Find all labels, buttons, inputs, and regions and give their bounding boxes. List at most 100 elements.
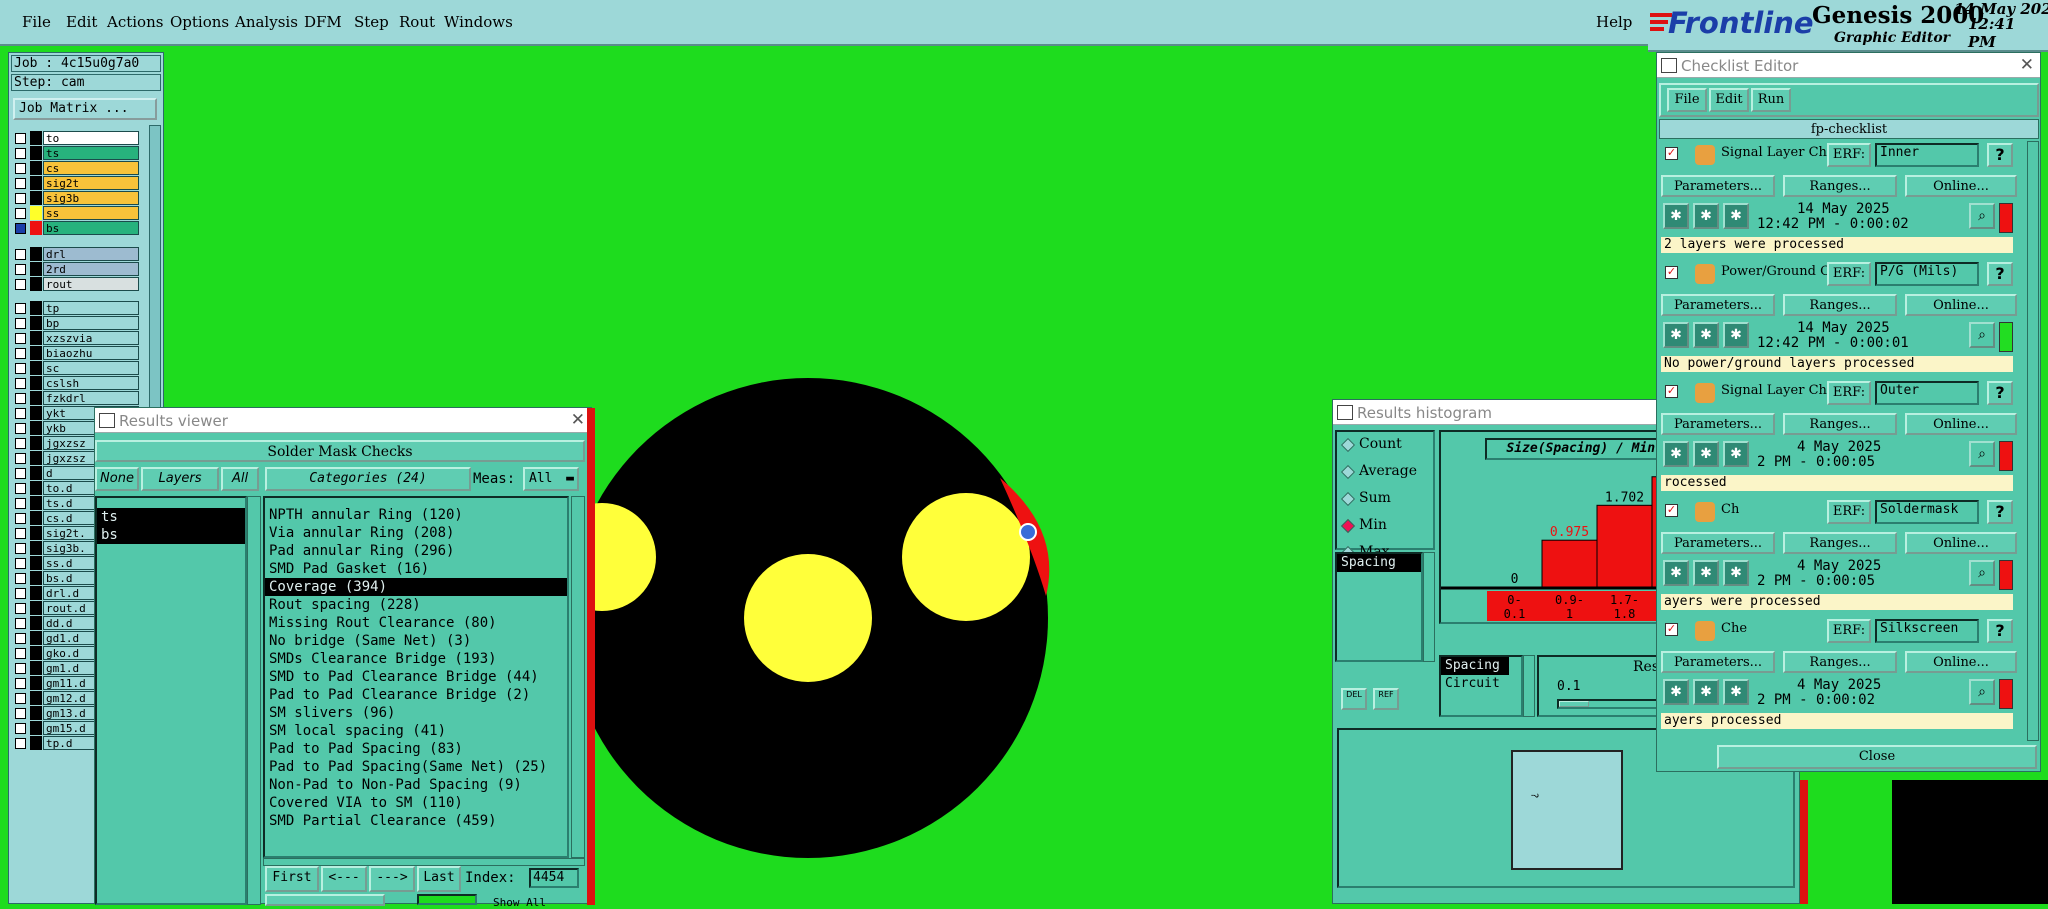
ranges-button[interactable]: Ranges... xyxy=(1783,532,1897,554)
layer-checkbox[interactable] xyxy=(15,163,26,174)
erf-button[interactable]: ERF: xyxy=(1827,619,1871,643)
layer-list-scrollbar[interactable] xyxy=(247,496,261,905)
category-item[interactable]: SM slivers (96) xyxy=(265,704,567,722)
layer-name[interactable]: bp xyxy=(43,316,139,330)
none-button[interactable]: None xyxy=(95,467,139,491)
layer-row[interactable]: xzszvia xyxy=(13,331,141,345)
ranges-button[interactable]: Ranges... xyxy=(1783,294,1897,316)
checklist-menu-edit[interactable]: Edit xyxy=(1709,88,1749,112)
layer-checkbox[interactable] xyxy=(15,318,26,329)
layer-name[interactable]: to xyxy=(43,131,139,145)
show-all-checkbox[interactable]: Show All xyxy=(493,896,546,909)
categories-button[interactable]: Categories (24) xyxy=(265,467,471,491)
online-button[interactable]: Online... xyxy=(1905,651,2017,673)
category-item[interactable]: Rout spacing (228) xyxy=(265,596,567,614)
category-item[interactable]: SMD Pad Gasket (16) xyxy=(265,560,567,578)
run-all-icon[interactable]: ✱ xyxy=(1693,560,1719,586)
category-item[interactable]: Coverage (394) xyxy=(265,578,567,596)
layer-checkbox[interactable] xyxy=(15,348,26,359)
layer-checkbox[interactable] xyxy=(15,633,26,644)
prev-button[interactable]: <--- xyxy=(321,866,367,892)
ranges-button[interactable]: Ranges... xyxy=(1783,175,1897,197)
check-enable-checkbox[interactable]: ✓ xyxy=(1665,266,1678,279)
checklist-menu-run[interactable]: Run xyxy=(1751,88,1791,112)
check-enable-checkbox[interactable]: ✓ xyxy=(1665,147,1678,160)
layer-checkbox[interactable] xyxy=(15,223,26,234)
category-item[interactable]: Pad to Pad Spacing(Same Net) (25) xyxy=(265,758,567,776)
layer-checkbox[interactable] xyxy=(15,279,26,290)
layer-name[interactable]: xzszvia xyxy=(43,331,139,345)
checklist-titlebar[interactable]: Checklist Editor ✕ xyxy=(1657,53,2040,78)
layer-checkbox[interactable] xyxy=(15,723,26,734)
mode-option[interactable]: Sum xyxy=(1337,486,1433,513)
field-list-scrollbar[interactable] xyxy=(1423,552,1435,662)
layer-checkbox[interactable] xyxy=(15,588,26,599)
run-selected-icon[interactable]: ✱ xyxy=(1723,441,1749,467)
layer-result-item[interactable]: bs xyxy=(97,526,245,544)
category-item[interactable]: Pad to Pad Spacing (83) xyxy=(265,740,567,758)
mode-option[interactable]: Count xyxy=(1337,432,1433,459)
layer-row[interactable]: tp xyxy=(13,301,141,315)
meas-dropdown[interactable]: All ▬ xyxy=(523,467,579,491)
menu-help[interactable]: Help xyxy=(1596,13,1632,31)
erf-button[interactable]: ERF: xyxy=(1827,381,1871,405)
category-item[interactable]: Pad to Pad Clearance Bridge (2) xyxy=(265,686,567,704)
menu-rout[interactable]: Rout xyxy=(399,13,435,31)
check-name[interactable]: Ch xyxy=(1721,502,1827,517)
layer-row[interactable]: 2rd xyxy=(13,262,141,276)
category-item[interactable]: NPTH annular Ring (120) xyxy=(265,506,567,524)
layer-row[interactable]: bp xyxy=(13,316,141,330)
category-item[interactable]: SMD to Pad Clearance Bridge (44) xyxy=(265,668,567,686)
layer-checkbox[interactable] xyxy=(15,303,26,314)
check-name[interactable]: Power/Ground C xyxy=(1721,264,1827,279)
categories-list[interactable]: NPTH annular Ring (120) Via annular Ring … xyxy=(263,496,569,858)
help-question-icon[interactable]: ? xyxy=(1987,381,2013,405)
check-enable-checkbox[interactable]: ✓ xyxy=(1665,504,1678,517)
layer-checkbox[interactable] xyxy=(15,603,26,614)
results-viewer-titlebar[interactable]: Results viewer ✕ xyxy=(95,408,591,433)
histogram-bar[interactable] xyxy=(1541,539,1598,588)
resolution-slider-thumb[interactable] xyxy=(1559,701,1589,707)
layer-row[interactable]: sc xyxy=(13,361,141,375)
run-icon[interactable]: ✱ xyxy=(1663,322,1689,348)
layer-checkbox[interactable] xyxy=(15,468,26,479)
category-item[interactable]: Via annular Ring (208) xyxy=(265,524,567,542)
layer-row[interactable]: bs xyxy=(13,221,141,235)
category-item[interactable]: Non-Pad to Non-Pad Spacing (9) xyxy=(265,776,567,794)
layer-row[interactable]: ts xyxy=(13,146,141,160)
erf-button[interactable]: ERF: xyxy=(1827,262,1871,286)
layer-checkbox[interactable] xyxy=(15,558,26,569)
layer-checkbox[interactable] xyxy=(15,178,26,189)
layer-checkbox[interactable] xyxy=(15,249,26,260)
parameters-button[interactable]: Parameters... xyxy=(1661,651,1775,673)
layer-name[interactable]: ts xyxy=(43,146,139,160)
menu-dfm[interactable]: DFM xyxy=(304,13,342,31)
category-item[interactable]: Pad annular Ring (296) xyxy=(265,542,567,560)
check-enable-checkbox[interactable]: ✓ xyxy=(1665,385,1678,398)
check-group-header[interactable]: Solder Mask Checks xyxy=(95,440,585,462)
refresh-button[interactable]: REF xyxy=(1373,688,1399,710)
layer-checkbox[interactable] xyxy=(15,193,26,204)
run-selected-icon[interactable]: ✱ xyxy=(1723,203,1749,229)
parameters-button[interactable]: Parameters... xyxy=(1661,413,1775,435)
checklist-close-button[interactable]: Close xyxy=(1717,745,2037,769)
help-question-icon[interactable]: ? xyxy=(1987,143,2013,167)
ranges-button[interactable]: Ranges... xyxy=(1783,651,1897,673)
layer-checkbox[interactable] xyxy=(15,408,26,419)
next-button[interactable]: ---> xyxy=(369,866,415,892)
layer-checkbox[interactable] xyxy=(15,378,26,389)
mode-option[interactable]: Average xyxy=(1337,459,1433,486)
layer-checkbox[interactable] xyxy=(15,513,26,524)
zoom-icon[interactable]: ⌕ xyxy=(1969,322,1995,348)
check-enable-checkbox[interactable]: ✓ xyxy=(1665,623,1678,636)
layer-checkbox[interactable] xyxy=(15,663,26,674)
parameters-button[interactable]: Parameters... xyxy=(1661,294,1775,316)
layer-result-item[interactable]: ts xyxy=(97,508,245,526)
zoom-icon[interactable]: ⌕ xyxy=(1969,203,1995,229)
check-name[interactable]: Che xyxy=(1721,621,1827,636)
layer-checkbox[interactable] xyxy=(15,498,26,509)
run-icon[interactable]: ✱ xyxy=(1663,203,1689,229)
category-item[interactable]: SM local spacing (41) xyxy=(265,722,567,740)
layers-button[interactable]: Layers xyxy=(141,467,219,491)
layer-row[interactable]: cslsh xyxy=(13,376,141,390)
